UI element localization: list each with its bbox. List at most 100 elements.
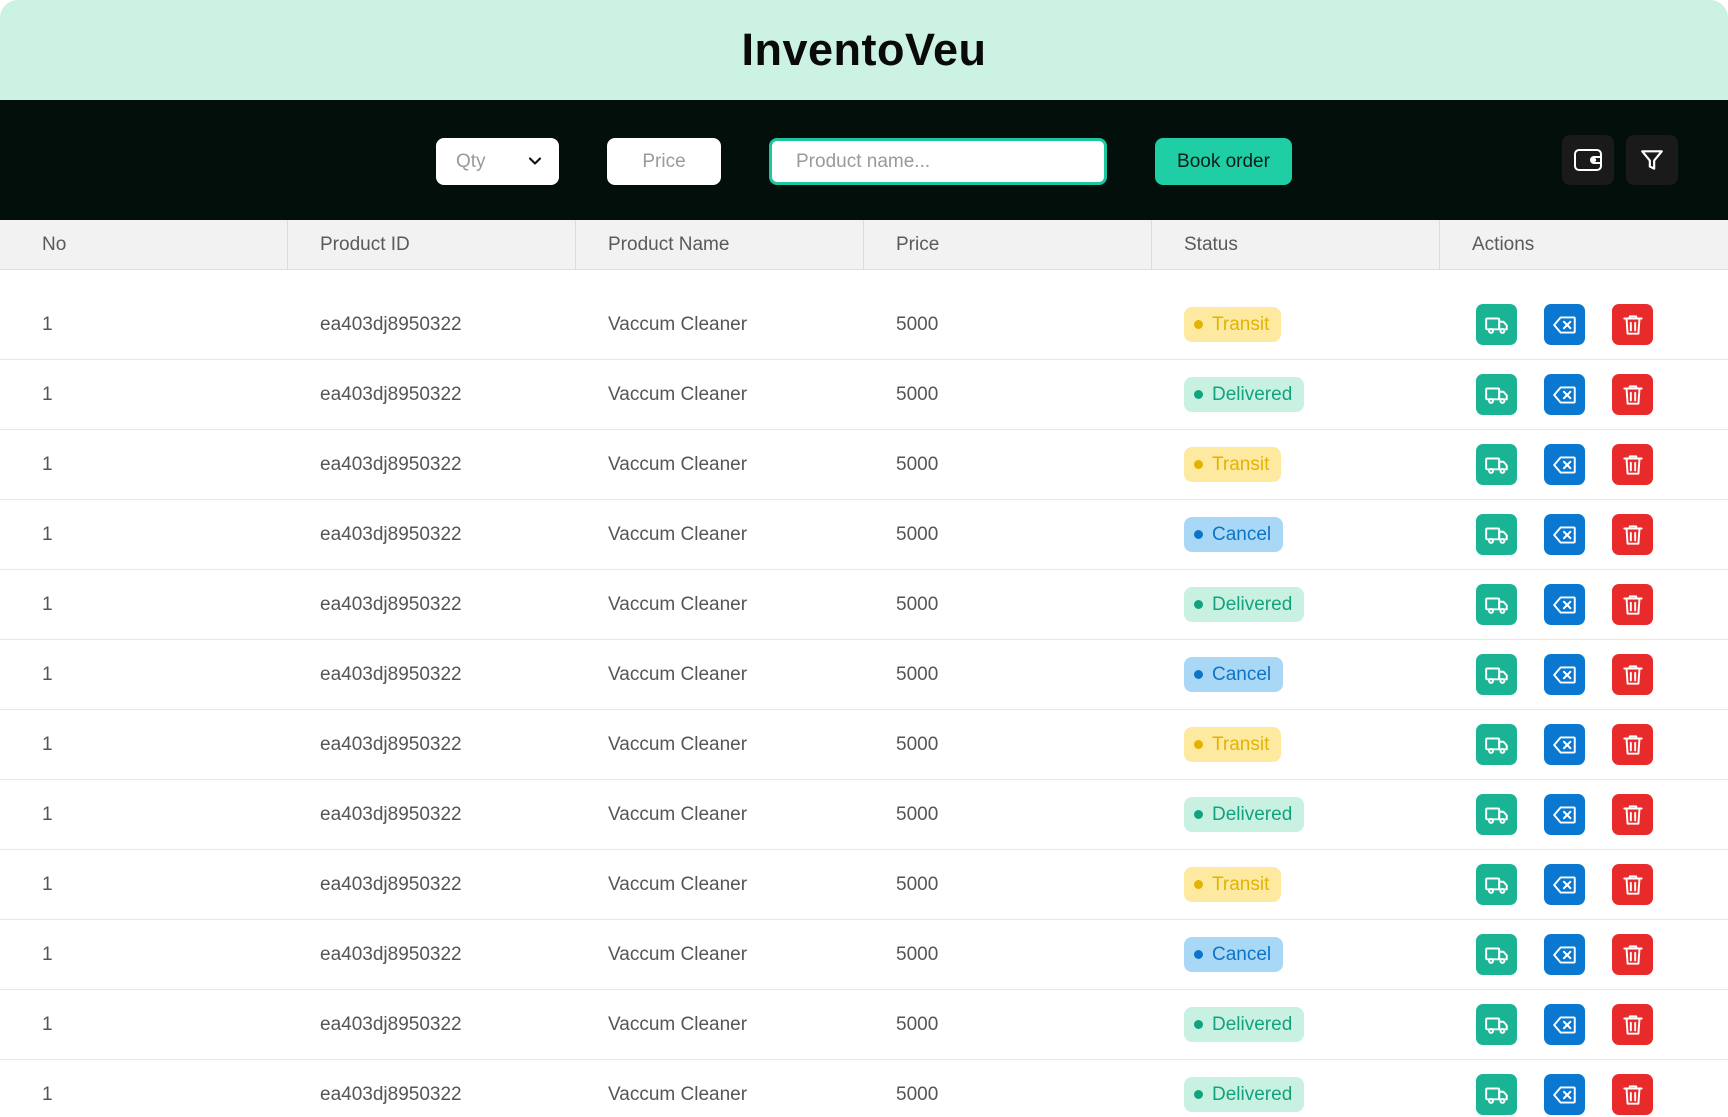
delete-button[interactable]	[1612, 1004, 1653, 1045]
table-row[interactable]: 1 ea403dj8950322 Vaccum Cleaner 5000 Deliver…	[0, 780, 1728, 850]
status-badge: Delivered	[1184, 377, 1305, 412]
clear-button[interactable]	[1544, 724, 1585, 765]
ship-button[interactable]	[1476, 1074, 1517, 1115]
status-label: Delivered	[1212, 803, 1293, 825]
ship-button[interactable]	[1476, 444, 1517, 485]
column-header-no[interactable]: No	[0, 220, 288, 270]
filter-icon	[1641, 150, 1663, 170]
delete-button[interactable]	[1612, 374, 1653, 415]
table-row[interactable]: 1 ea403dj8950322 Vaccum Cleaner 5000 Transit	[0, 850, 1728, 920]
cell-actions	[1440, 724, 1728, 765]
trash-icon	[1622, 804, 1643, 825]
table-row[interactable]: 1 ea403dj8950322 Vaccum Cleaner 5000 Deliver…	[0, 570, 1728, 640]
table-row[interactable]: 1 ea403dj8950322 Vaccum Cleaner 5000 Deliver…	[0, 360, 1728, 430]
ship-button[interactable]	[1476, 374, 1517, 415]
ship-button[interactable]	[1476, 724, 1517, 765]
cell-price: 5000	[896, 1083, 939, 1105]
table-row[interactable]: 1 ea403dj8950322 Vaccum Cleaner 5000 Transit	[0, 290, 1728, 360]
cell-price: 5000	[896, 593, 939, 615]
clear-button[interactable]	[1544, 514, 1585, 555]
ship-button[interactable]	[1476, 654, 1517, 695]
delete-button[interactable]	[1612, 794, 1653, 835]
cell-product-id: ea403dj8950322	[320, 383, 462, 405]
cell-product-id: ea403dj8950322	[320, 1083, 462, 1105]
delete-button[interactable]	[1612, 654, 1653, 695]
status-badge: Cancel	[1184, 517, 1284, 552]
truck-icon	[1484, 667, 1508, 684]
clear-button[interactable]	[1544, 304, 1585, 345]
cell-no: 1	[42, 1013, 53, 1035]
ship-button[interactable]	[1476, 934, 1517, 975]
clear-button[interactable]	[1544, 864, 1585, 905]
delete-button[interactable]	[1612, 934, 1653, 975]
book-order-button[interactable]: Book order	[1155, 138, 1292, 185]
table-row[interactable]: 1 ea403dj8950322 Vaccum Cleaner 5000 Transit	[0, 430, 1728, 500]
status-dot-icon	[1194, 320, 1203, 329]
cell-product-name: Vaccum Cleaner	[608, 733, 748, 755]
clear-button[interactable]	[1544, 1004, 1585, 1045]
truck-icon	[1484, 1017, 1508, 1034]
status-label: Cancel	[1212, 663, 1272, 685]
delete-button[interactable]	[1612, 864, 1653, 905]
trash-icon	[1622, 594, 1643, 615]
filter-button[interactable]	[1626, 135, 1678, 185]
cell-price: 5000	[896, 523, 939, 545]
truck-icon	[1484, 597, 1508, 614]
price-input[interactable]	[607, 138, 721, 185]
trash-icon	[1622, 524, 1643, 545]
ship-button[interactable]	[1476, 794, 1517, 835]
status-label: Transit	[1212, 733, 1270, 755]
delete-button[interactable]	[1612, 724, 1653, 765]
table-row[interactable]: 1 ea403dj8950322 Vaccum Cleaner 5000 Cancel	[0, 500, 1728, 570]
clear-button[interactable]	[1544, 1074, 1585, 1115]
delete-button[interactable]	[1612, 304, 1653, 345]
cell-price: 5000	[896, 1013, 939, 1035]
table-row[interactable]: 1 ea403dj8950322 Vaccum Cleaner 5000 Cancel	[0, 640, 1728, 710]
clear-button[interactable]	[1544, 654, 1585, 695]
cell-product-id: ea403dj8950322	[320, 523, 462, 545]
clear-button[interactable]	[1544, 374, 1585, 415]
cell-product-name: Vaccum Cleaner	[608, 943, 748, 965]
ship-button[interactable]	[1476, 304, 1517, 345]
column-header-status[interactable]: Status	[1152, 220, 1440, 270]
column-header-price[interactable]: Price	[864, 220, 1152, 270]
cell-no: 1	[42, 383, 53, 405]
column-header-product-id[interactable]: Product ID	[288, 220, 576, 270]
cell-no: 1	[42, 1083, 53, 1105]
truck-icon	[1484, 387, 1508, 404]
cell-status: Transit	[1152, 727, 1440, 762]
ship-button[interactable]	[1476, 514, 1517, 555]
delete-button[interactable]	[1612, 514, 1653, 555]
cell-actions	[1440, 1004, 1728, 1045]
ship-button[interactable]	[1476, 584, 1517, 625]
cell-no: 1	[42, 943, 53, 965]
table-row[interactable]: 1 ea403dj8950322 Vaccum Cleaner 5000 Cancel	[0, 920, 1728, 990]
backspace-icon	[1552, 525, 1576, 544]
cell-product-id: ea403dj8950322	[320, 1013, 462, 1035]
clear-button[interactable]	[1544, 444, 1585, 485]
wallet-button[interactable]	[1562, 135, 1614, 185]
clear-button[interactable]	[1544, 934, 1585, 975]
table-header: No Product ID Product Name Price Status …	[0, 220, 1728, 270]
delete-button[interactable]	[1612, 1074, 1653, 1115]
ship-button[interactable]	[1476, 1004, 1517, 1045]
trash-icon	[1622, 454, 1643, 475]
clear-button[interactable]	[1544, 584, 1585, 625]
table-row[interactable]: 1 ea403dj8950322 Vaccum Cleaner 5000 Deliver…	[0, 1060, 1728, 1117]
backspace-icon	[1552, 455, 1576, 474]
delete-button[interactable]	[1612, 444, 1653, 485]
cell-status: Delivered	[1152, 1007, 1440, 1042]
ship-button[interactable]	[1476, 864, 1517, 905]
delete-button[interactable]	[1612, 584, 1653, 625]
qty-select[interactable]: Qty	[436, 138, 559, 185]
table-row[interactable]: 1 ea403dj8950322 Vaccum Cleaner 5000 Deliver…	[0, 990, 1728, 1060]
trash-icon	[1622, 384, 1643, 405]
clear-button[interactable]	[1544, 794, 1585, 835]
cell-status: Transit	[1152, 447, 1440, 482]
cell-no: 1	[42, 803, 53, 825]
column-header-product-name[interactable]: Product Name	[576, 220, 864, 270]
table-row[interactable]: 1 ea403dj8950322 Vaccum Cleaner 5000 Transit	[0, 710, 1728, 780]
product-name-search-input[interactable]	[769, 138, 1107, 185]
toolbar: Qty Book order	[0, 100, 1728, 220]
chevron-down-icon	[528, 157, 542, 165]
